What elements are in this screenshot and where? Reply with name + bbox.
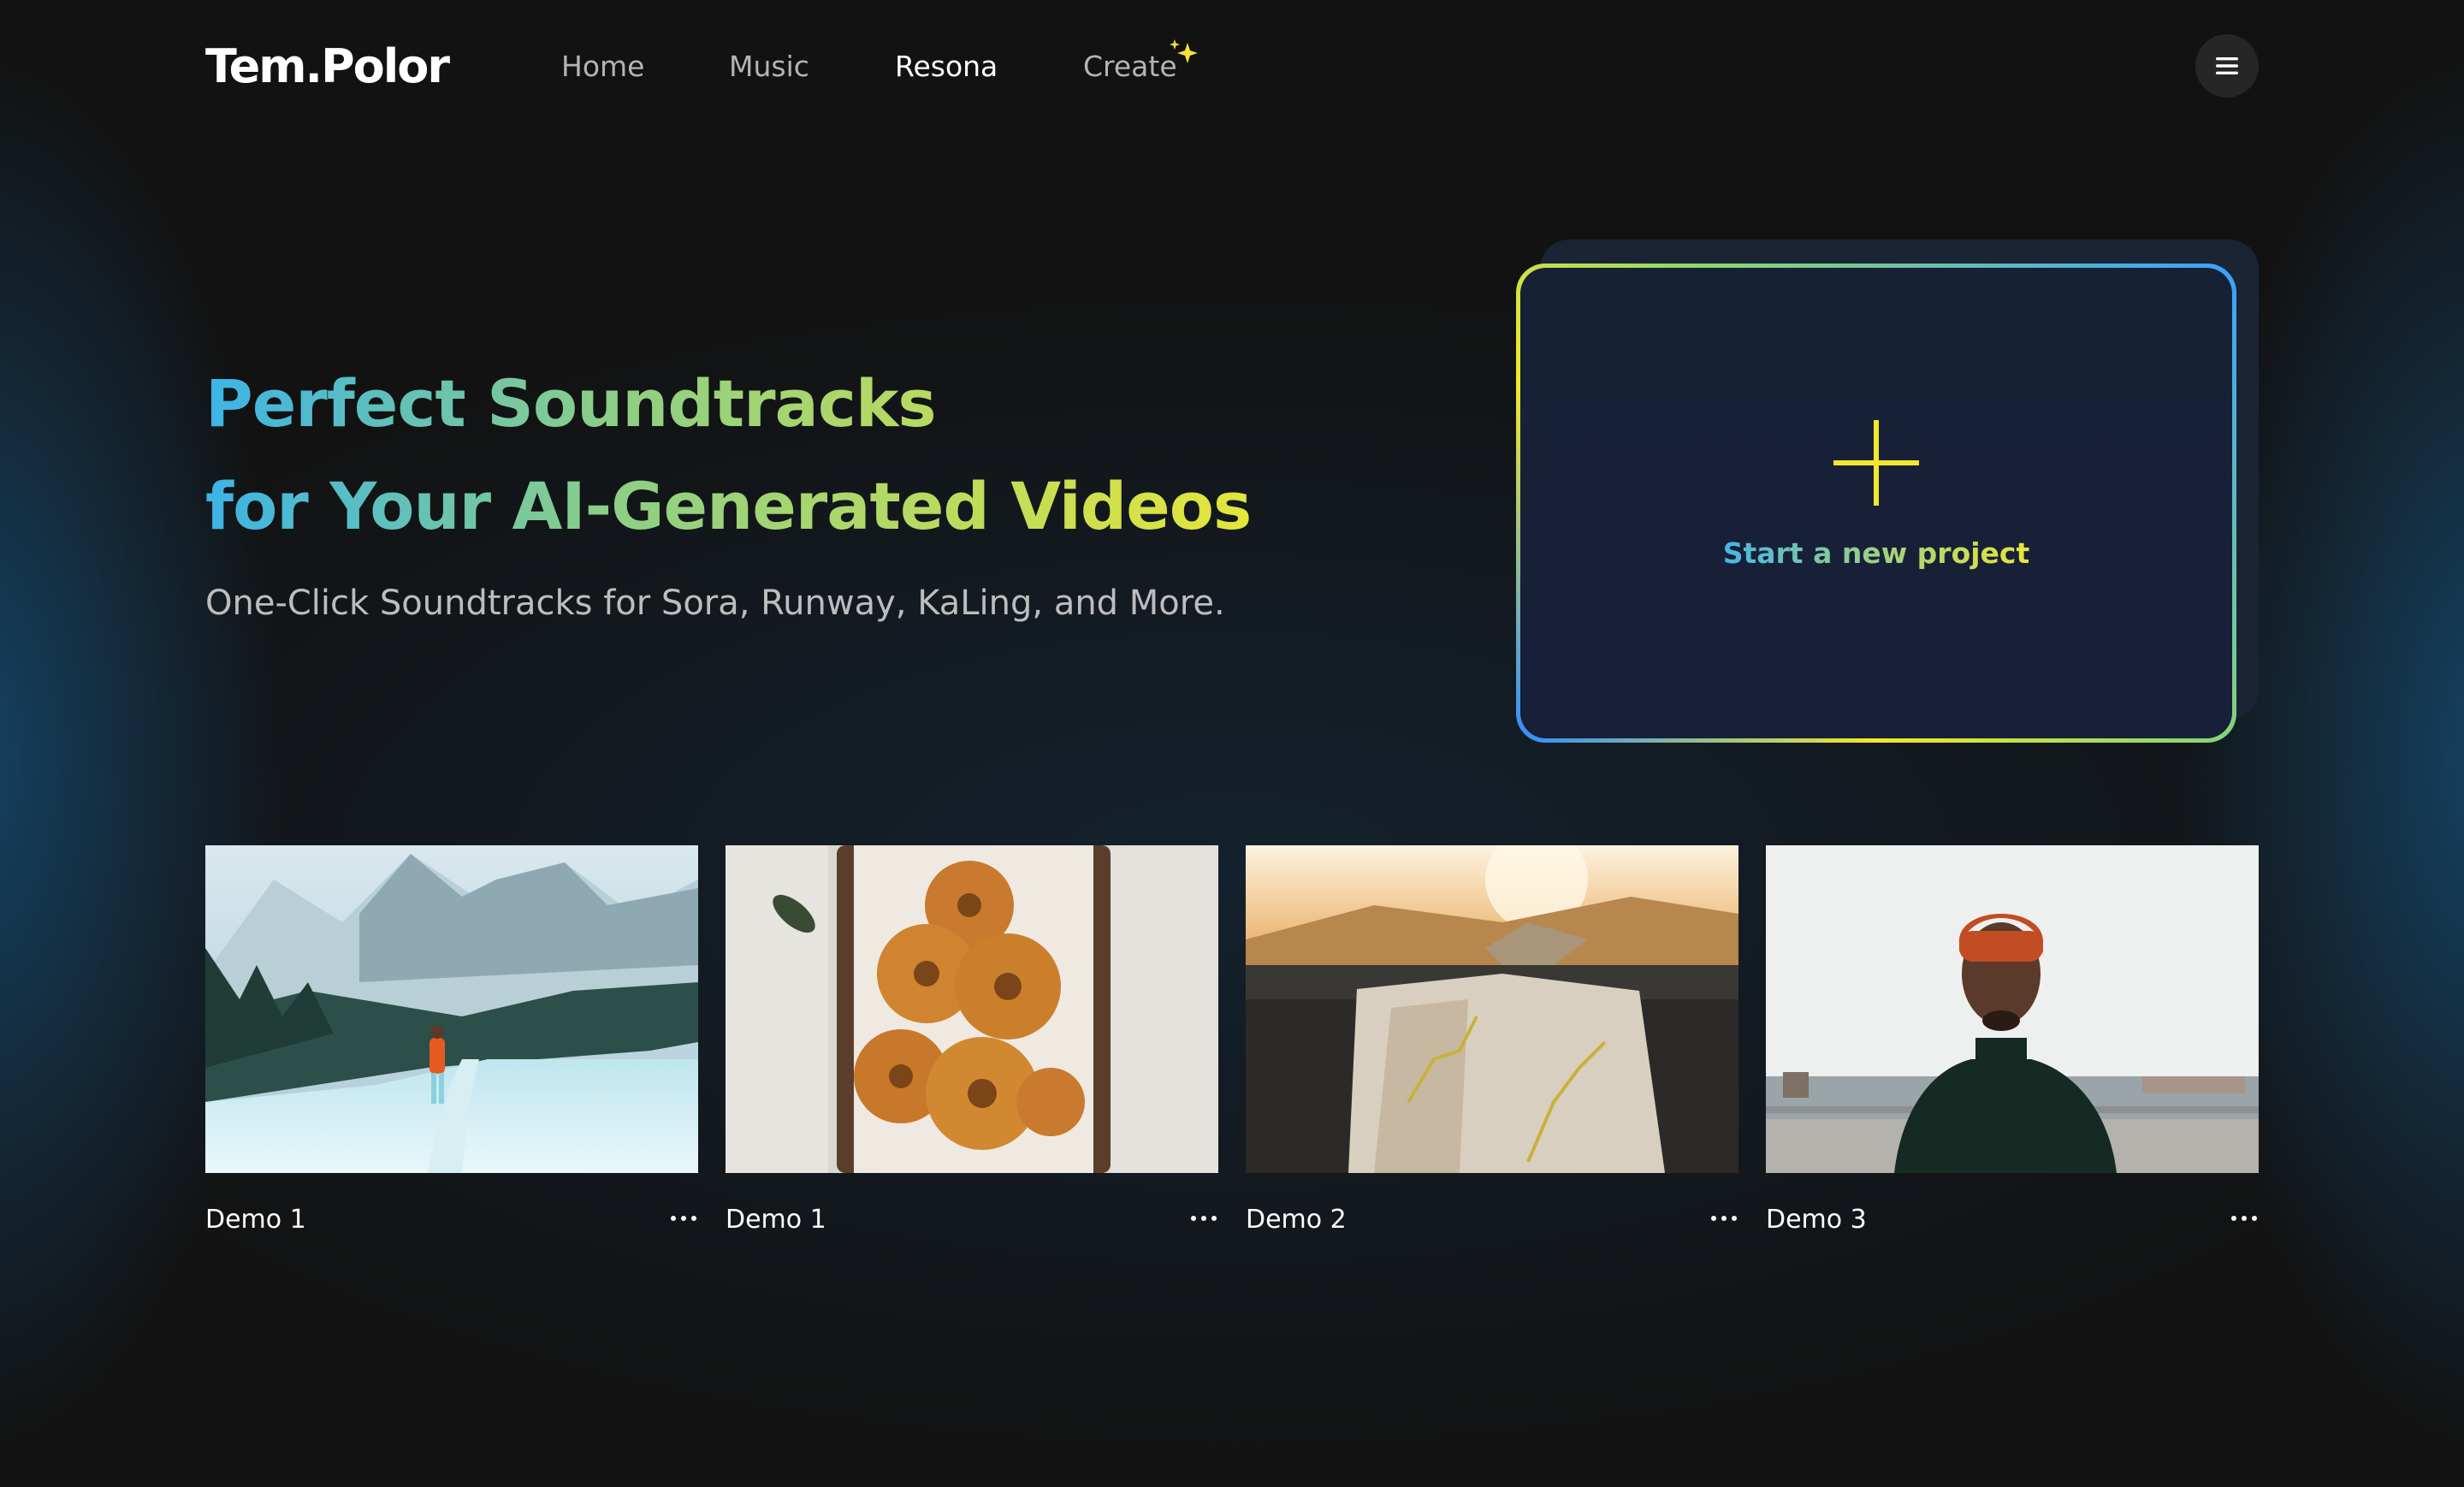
demo-thumbnail-snowy-mountain <box>205 845 698 1173</box>
nav-home[interactable]: Home <box>561 50 644 83</box>
demo-card[interactable]: Demo 2 <box>1246 845 1738 1235</box>
hamburger-menu-icon <box>2216 57 2238 74</box>
demo-gallery: Demo 1 Demo 1 Demo 2 Demo 3 <box>205 845 2259 1247</box>
logo[interactable]: Tem.Polor <box>205 39 450 93</box>
demo-meta: Demo 3 <box>1766 1205 2259 1239</box>
hero-title-line-2: for Your AI-Generated Videos <box>205 468 1252 544</box>
sparkle-icon <box>1170 39 1198 63</box>
demo-meta: Demo 1 <box>726 1205 1218 1239</box>
more-options-icon[interactable] <box>1709 1210 1738 1227</box>
demo-meta: Demo 2 <box>1246 1205 1738 1239</box>
demo-title: Demo 2 <box>1246 1205 1347 1235</box>
background-glow <box>0 0 2464 1487</box>
demo-card[interactable]: Demo 3 <box>1766 845 2259 1235</box>
more-options-icon[interactable] <box>2230 1210 2259 1227</box>
demo-thumbnail-map-dashboard <box>1246 845 1738 1173</box>
more-options-icon[interactable] <box>669 1210 698 1227</box>
demo-title: Demo 1 <box>726 1205 826 1235</box>
demo-meta: Demo 1 <box>205 1205 698 1239</box>
new-project-label: Start a new project <box>1722 536 2030 570</box>
demo-thumbnail-man-beanie <box>1766 845 2259 1173</box>
nav-music[interactable]: Music <box>729 50 809 83</box>
demo-card[interactable]: Demo 1 <box>726 845 1218 1235</box>
plus-icon <box>1833 419 1919 506</box>
nav-resona[interactable]: Resona <box>895 50 998 83</box>
new-project-card-inner: Start a new project <box>1520 268 2232 738</box>
demo-title: Demo 3 <box>1766 1205 1867 1235</box>
hero-title: Perfect Soundtracks for Your AI-Generate… <box>205 352 1251 558</box>
new-project-card[interactable]: Start a new project <box>1516 264 2236 743</box>
hero-subtitle: One-Click Soundtracks for Sora, Runway, … <box>205 584 1225 623</box>
more-options-icon[interactable] <box>1189 1210 1218 1227</box>
nav-create[interactable]: Create <box>1083 50 1177 83</box>
demo-title: Demo 1 <box>205 1205 306 1235</box>
menu-button[interactable] <box>2195 34 2259 98</box>
demo-card[interactable]: Demo 1 <box>205 845 698 1235</box>
demo-thumbnail-bagels <box>726 845 1218 1173</box>
hero-title-line-1: Perfect Soundtracks <box>205 365 936 441</box>
